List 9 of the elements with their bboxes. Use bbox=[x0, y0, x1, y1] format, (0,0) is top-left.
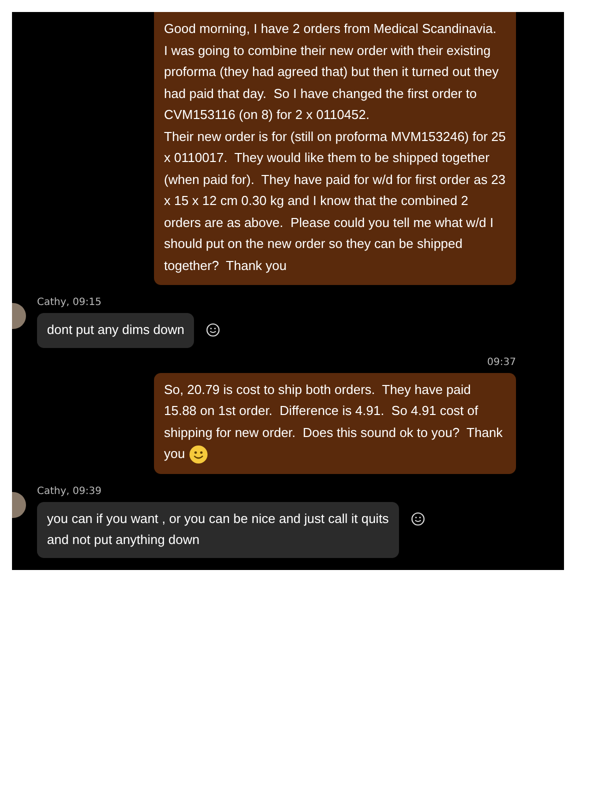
emoji-reaction-icon[interactable] bbox=[206, 323, 220, 337]
message-bubble: Good morning, I have 2 orders from Medical Scandinavia. I was going to combine their new order with their existing proforma (they had agreed that) but then it turned out they had paid that day. So I have changed the first order to CVM153116 (on 8) for 2 x 0110452. Their new order is for (still on proforma MVM153246) for 25 x 0110017. They would like them to be shipped together (when paid for). They have paid for w/d for first order as 23 x 15 x 12 cm 0.30 kg and I know that the combined 2 orders are as above. Please could you tell me what w/d I should put on the new order so they can be shipped together? Thank you bbox=[154, 12, 516, 285]
message-bubble: you can if you want , or you can be nice and just call it quits and not put anything down bbox=[37, 502, 399, 558]
sender-name: Cathy, 09:39 bbox=[37, 486, 102, 496]
emoji-reaction-icon[interactable] bbox=[411, 512, 425, 526]
sender-name: Cathy, 09:15 bbox=[37, 297, 102, 308]
message-bubble: dont put any dims down bbox=[37, 313, 194, 348]
message-bubble: So, 20.79 is cost to ship both orders. They have paid 15.88 on 1st order. Difference is 4.91. So 4.91 cost of shipping for new order. Does this sound ok to you? Thank you bbox=[154, 372, 516, 474]
message-time: 09:37 bbox=[487, 356, 516, 368]
